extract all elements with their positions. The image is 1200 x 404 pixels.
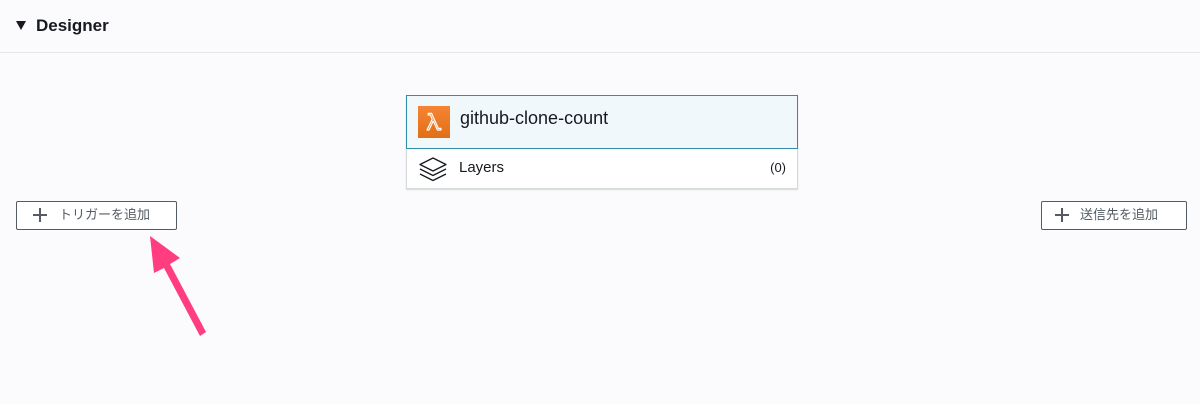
plus-icon (33, 208, 47, 222)
add-destination-button[interactable]: 送信先を追加 (1041, 201, 1187, 230)
function-card: github-clone-count Layers (0) (406, 95, 798, 189)
designer-header[interactable]: Designer (0, 0, 1200, 53)
layers-node[interactable]: Layers (0) (407, 149, 797, 188)
designer-title: Designer (36, 16, 109, 35)
function-node[interactable]: github-clone-count (406, 95, 798, 149)
annotation-arrow-icon (150, 236, 206, 336)
layers-label: Layers (459, 159, 505, 176)
plus-icon (1055, 208, 1069, 222)
layers-icon (418, 156, 448, 184)
collapse-caret-icon[interactable] (16, 21, 26, 30)
function-name: github-clone-count (460, 108, 609, 128)
add-trigger-button[interactable]: トリガーを追加 (16, 201, 177, 230)
lambda-icon (418, 106, 450, 138)
add-trigger-label: トリガーを追加 (59, 208, 151, 223)
add-destination-label: 送信先を追加 (1080, 208, 1159, 223)
layers-count: (0) (770, 160, 786, 175)
